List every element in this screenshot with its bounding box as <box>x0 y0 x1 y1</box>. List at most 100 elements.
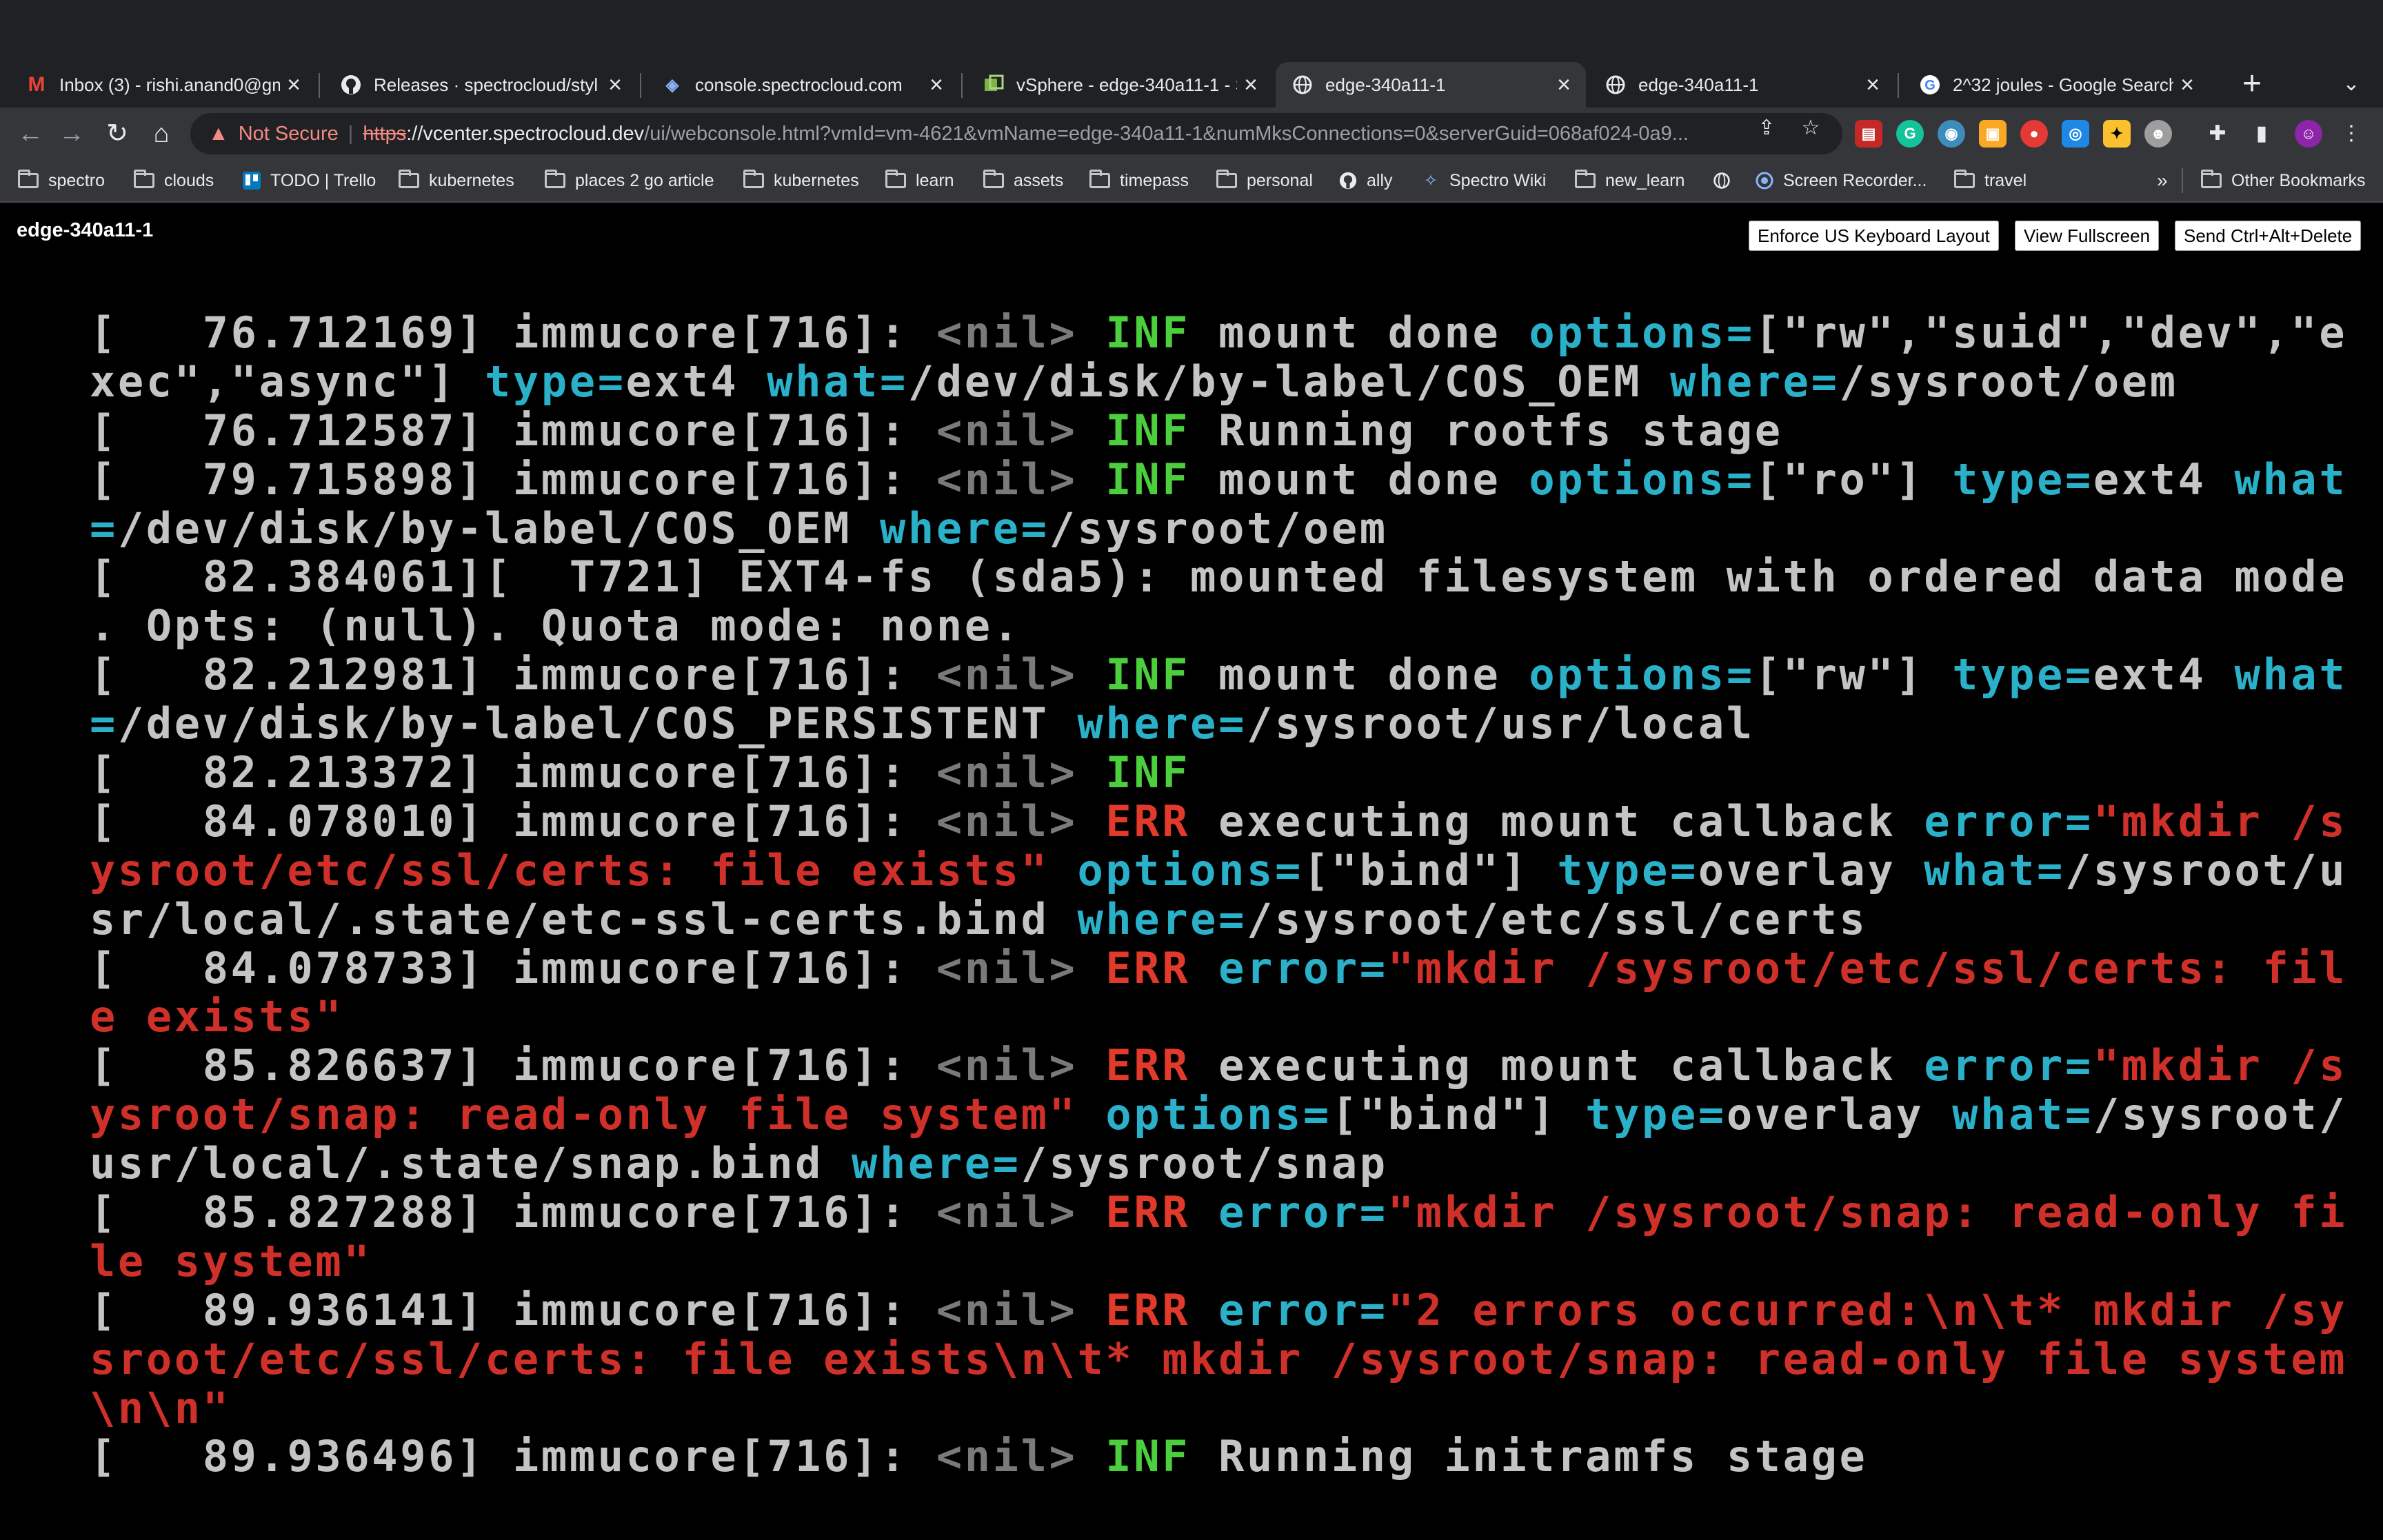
close-icon[interactable]: × <box>1859 72 1887 99</box>
console-text: <nil> <box>936 944 1106 993</box>
folder-icon <box>545 170 565 188</box>
view-fullscreen-button[interactable]: View Fullscreen <box>2015 221 2160 251</box>
bookmark-label: Spectro Wiki <box>1449 170 1547 190</box>
spectro-icon: ✧ <box>1423 171 1438 190</box>
tab-separator <box>319 73 320 98</box>
console-text: . Opts: (null). Quota mode: none. <box>90 602 1021 651</box>
folder-icon <box>18 170 39 188</box>
enforce-us-keyboard-button[interactable]: Enforce US Keyboard Layout <box>1749 221 1999 251</box>
console-text: <nil> <box>936 651 1106 700</box>
share-icon[interactable]: ⇪ <box>1751 113 1782 143</box>
console-text: "mkdir /s <box>2093 1042 2348 1091</box>
warning-triangle-icon[interactable]: ▲ <box>208 122 229 145</box>
console-text: [ 85.827288] immucore[716]: <box>90 1188 936 1237</box>
close-icon[interactable]: × <box>601 72 629 99</box>
other-bookmarks[interactable]: Other Bookmarks <box>2201 167 2366 194</box>
console-text: <nil> <box>936 1432 1106 1482</box>
bookmark-timepass[interactable]: timepass <box>1089 167 1189 194</box>
home-icon[interactable]: ⌂ <box>142 114 181 153</box>
forward-arrow-icon[interactable]: → <box>52 114 91 153</box>
bookmark-label: kubernetes <box>429 170 514 190</box>
network-extension-icon[interactable]: ◉ <box>1938 120 1965 148</box>
bookmark-learn[interactable]: learn <box>885 167 954 194</box>
tab-edge-console[interactable]: edge-340a11-1 × <box>1589 62 1895 108</box>
back-arrow-icon[interactable]: ← <box>11 114 50 153</box>
console-text: error= <box>1924 1042 2093 1091</box>
console-line: [ 89.936496] immucore[716]: <nil> INF Ru… <box>90 1432 2379 1481</box>
screenshot-extension-icon[interactable]: ▣ <box>1979 120 2007 148</box>
close-icon[interactable]: × <box>2173 72 2201 99</box>
bookmark-spectro-wiki[interactable]: ✧ Spectro Wiki <box>1420 167 1546 194</box>
owl-extension-icon[interactable]: ☻ <box>2144 120 2172 148</box>
send-ctrl-alt-delete-button[interactable]: Send Ctrl+Alt+Delete <box>2175 221 2362 251</box>
bookmark-screen-recorder[interactable]: Screen Recorder... <box>1754 167 1927 194</box>
console-text: where= <box>879 504 1049 554</box>
console-text: where= <box>852 1139 1021 1189</box>
honey-extension-icon[interactable]: ✦ <box>2103 120 2131 148</box>
close-icon[interactable]: × <box>1237 72 1265 99</box>
console-text: /sysroot/usr/local <box>1247 700 1755 749</box>
tab-github-releases[interactable]: Releases · spectrocloud/styl × <box>324 62 637 108</box>
console-text: /dev/disk/by-label/COS_PERSISTENT <box>117 700 1078 749</box>
console-text: [ 76.712587] immucore[716]: <box>90 406 936 456</box>
console-text: Running initramfs stage <box>1218 1432 1868 1482</box>
bookmark-personal[interactable]: personal <box>1216 167 1313 194</box>
console-text: executing mount callback <box>1218 1042 1924 1091</box>
vm-console-screen[interactable]: [ 76.712169] immucore[716]: <nil> INF mo… <box>90 309 2379 1536</box>
tab-vsphere[interactable]: vSphere - edge-340a11-1 - S × <box>967 62 1273 108</box>
close-icon[interactable]: × <box>923 72 950 99</box>
reload-icon[interactable]: ↻ <box>98 114 137 153</box>
side-panel-icon[interactable]: ▮ <box>2246 119 2277 149</box>
bookmark-kubernetes-2[interactable]: kubernetes <box>743 167 859 194</box>
record-icon <box>1754 170 1775 191</box>
security-status[interactable]: Not Secure <box>239 123 339 145</box>
url-host: ://vcenter.spectrocloud.dev <box>406 122 645 145</box>
close-icon[interactable]: × <box>280 72 308 99</box>
bookmark-clouds[interactable]: clouds <box>134 167 214 194</box>
console-text: [ 84.078010] immucore[716]: <box>90 797 936 847</box>
console-text: error= <box>1218 1188 1388 1237</box>
camera-extension-icon[interactable]: ◎ <box>2062 120 2089 148</box>
tab-spectrocloud-console[interactable]: ◈ console.spectrocloud.com × <box>645 62 958 108</box>
bookmark-new-learn[interactable]: new_learn <box>1575 167 1685 194</box>
console-line: [ 84.078733] immucore[716]: <nil> ERR er… <box>90 944 2379 993</box>
close-icon[interactable]: × <box>1550 72 1578 99</box>
tab-google-search[interactable]: G 2^32 joules - Google Search × <box>1903 62 2209 108</box>
bookmark-star-icon[interactable]: ☆ <box>1796 113 1826 143</box>
extensions-puzzle-icon[interactable]: ✚ <box>2202 119 2233 149</box>
console-line: usr/local/.state/snap.bind where=/sysroo… <box>90 1139 2379 1188</box>
console-text: error= <box>1218 944 1388 993</box>
bookmark-places-2-go[interactable]: places 2 go article <box>545 167 714 194</box>
grammarly-extension-icon[interactable]: G <box>1896 120 1924 148</box>
bookmark-globe[interactable] <box>1711 167 1740 194</box>
profile-avatar-icon[interactable]: ☺ <box>2295 120 2322 148</box>
console-text: what <box>2234 651 2348 700</box>
bookmark-kubernetes[interactable]: kubernetes <box>399 167 514 194</box>
bookmark-assets[interactable]: assets <box>983 167 1063 194</box>
tab-gmail[interactable]: M Inbox (3) - rishi.anand0@gm × <box>10 62 316 108</box>
console-line: sroot/etc/ssl/certs: file exists\n\t* mk… <box>90 1335 2379 1384</box>
console-line: [ 76.712587] immucore[716]: <nil> INF Ru… <box>90 407 2379 456</box>
tab-search-chevron-icon[interactable]: ⌄ <box>2331 63 2372 105</box>
console-text: type= <box>484 357 626 407</box>
bookmark-label: new_learn <box>1605 170 1685 190</box>
bookmark-ally[interactable]: ally <box>1338 167 1393 194</box>
tab-edge-console-active[interactable]: edge-340a11-1 × <box>1276 62 1586 108</box>
bookmark-travel[interactable]: travel <box>1954 167 2027 194</box>
bookmark-trello[interactable]: TODO | Trello <box>241 167 376 194</box>
new-tab-button[interactable]: + <box>2231 63 2273 105</box>
console-text: what= <box>1924 846 2065 895</box>
console-text: INF <box>1105 455 1219 505</box>
console-line: =/dev/disk/by-label/COS_OEM where=/sysro… <box>90 505 2379 554</box>
folder-icon <box>743 170 764 188</box>
menu-kebab-icon[interactable]: ⋮ <box>2336 119 2366 149</box>
bookmark-spectro[interactable]: spectro <box>18 167 105 194</box>
redshift-extension-icon[interactable]: ● <box>2020 120 2048 148</box>
address-bar[interactable]: ▲ Not Secure | https://vcenter.spectrocl… <box>190 113 1842 154</box>
console-text: type= <box>1952 651 2093 700</box>
github-icon <box>1338 170 1358 191</box>
pdf-extension-icon[interactable]: ▤ <box>1855 120 1882 148</box>
console-text: sroot/etc/ssl/certs: file exists\n\t* mk… <box>90 1335 2348 1384</box>
console-text: /sysroot/oem <box>1049 504 1388 554</box>
bookmarks-overflow-chevron[interactable]: » <box>2157 167 2168 194</box>
